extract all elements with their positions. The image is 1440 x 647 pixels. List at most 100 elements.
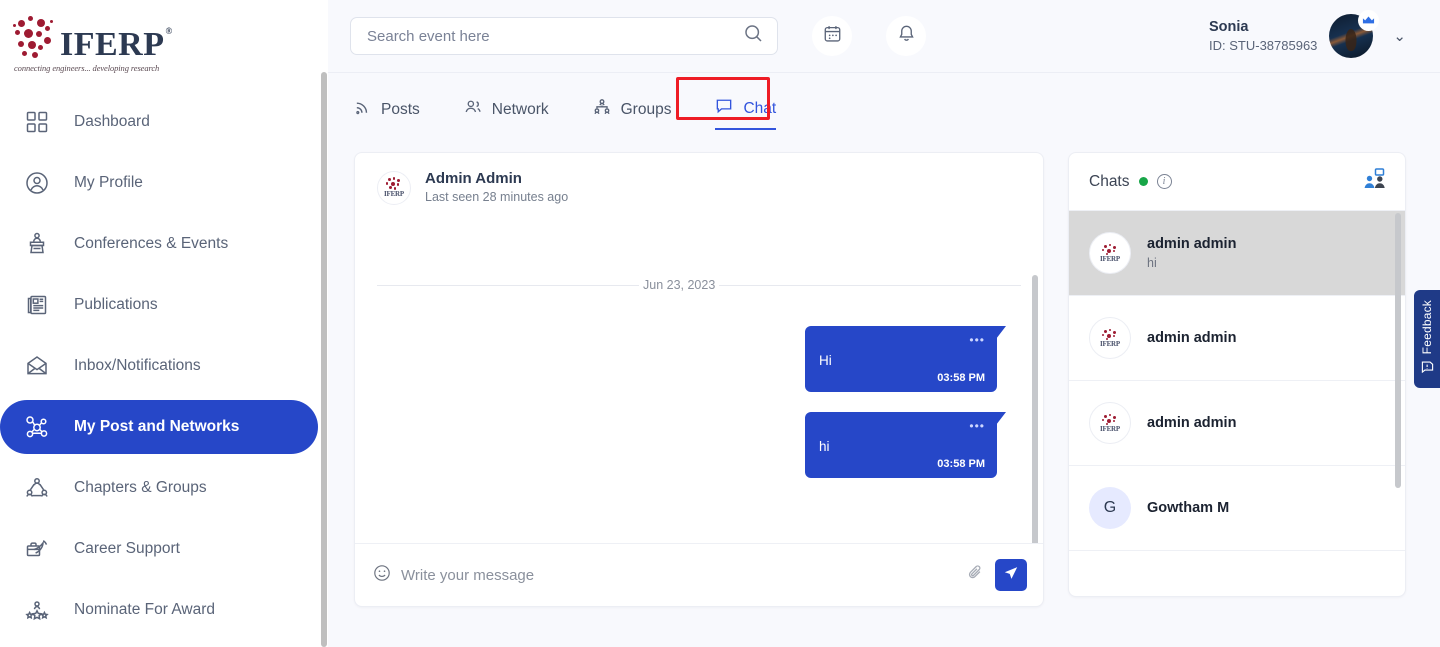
podium-icon bbox=[22, 229, 52, 259]
chat-list-scrollbar[interactable] bbox=[1395, 213, 1401, 488]
iferp-logo-mark bbox=[12, 14, 60, 62]
brand-registered: ® bbox=[166, 14, 173, 48]
sidebar-item-my-profile[interactable]: My Profile bbox=[0, 156, 318, 210]
brand-name: IFERP bbox=[60, 28, 165, 62]
conversation-panel: IFERP Admin Admin Last seen 28 minutes a… bbox=[354, 152, 1044, 607]
message-row: ••• hi 03:58 PM bbox=[377, 412, 1021, 478]
sidebar-item-conferences-events[interactable]: Conferences & Events bbox=[0, 217, 318, 271]
conversation-avatar: IFERP bbox=[377, 171, 411, 205]
chat-list-item-preview: hi bbox=[1147, 254, 1236, 272]
feedback-tab[interactable]: Feedback bbox=[1414, 290, 1440, 388]
main-content: Sonia ID: STU-38785963 ⌄ Posts bbox=[328, 0, 1440, 647]
conversation-avatar-label: IFERP bbox=[384, 190, 404, 198]
chat-list-item-avatar: IFERP bbox=[1089, 402, 1131, 444]
sidebar-item-label: My Post and Networks bbox=[74, 418, 239, 436]
sidebar-item-chapters-groups[interactable]: Chapters & Groups bbox=[0, 461, 318, 515]
tab-label: Posts bbox=[381, 101, 420, 119]
newspaper-icon bbox=[22, 290, 52, 320]
tab-chat[interactable]: Chat bbox=[715, 97, 776, 130]
sidebar-nav: Dashboard My Profile Conferences & Event… bbox=[0, 95, 328, 637]
chat-list-item[interactable]: IFERP admin admin bbox=[1069, 296, 1405, 381]
envelope-icon bbox=[22, 351, 52, 381]
send-icon bbox=[1003, 565, 1019, 586]
chat-list-item[interactable]: G Gowtham M bbox=[1069, 466, 1405, 551]
brand-tagline: connecting engineers... developing resea… bbox=[14, 63, 202, 73]
tab-groups[interactable]: Groups bbox=[593, 98, 672, 129]
sidebar-item-nominate-for-award[interactable]: Nominate For Award bbox=[0, 583, 318, 637]
profile-menu[interactable]: Sonia ID: STU-38785963 ⌄ bbox=[1209, 14, 1406, 58]
sidebar-item-career-support[interactable]: Career Support bbox=[0, 522, 318, 576]
sidebar: IFERP ® connecting engineers... developi… bbox=[0, 0, 328, 647]
sidebar-item-publications[interactable]: Publications bbox=[0, 278, 318, 332]
add-people-icon[interactable] bbox=[1363, 168, 1387, 195]
tab-posts[interactable]: Posts bbox=[354, 99, 420, 129]
brand-logo[interactable]: IFERP ® connecting engineers... developi… bbox=[0, 0, 328, 73]
people-group-icon bbox=[22, 473, 52, 503]
chat-list-item-avatar-label: IFERP bbox=[1100, 340, 1120, 348]
chat-list-item-avatar-label: IFERP bbox=[1100, 255, 1120, 263]
chat-list-item-name: admin admin bbox=[1147, 329, 1236, 348]
message-menu-icon[interactable]: ••• bbox=[969, 421, 985, 431]
search-box[interactable] bbox=[350, 17, 778, 55]
message-list-scrollbar[interactable] bbox=[1032, 275, 1038, 543]
message-input[interactable] bbox=[401, 567, 956, 584]
sidebar-item-label: Dashboard bbox=[74, 113, 150, 131]
smiley-icon[interactable] bbox=[373, 564, 391, 587]
message-composer bbox=[355, 543, 1043, 606]
send-button[interactable] bbox=[995, 559, 1027, 591]
feedback-icon bbox=[1421, 360, 1434, 378]
sidebar-item-label: My Profile bbox=[74, 174, 143, 192]
bell-icon bbox=[897, 24, 916, 48]
chat-bubble-icon bbox=[715, 97, 733, 120]
chat-list-item-name: admin admin bbox=[1147, 235, 1236, 254]
info-icon[interactable]: i bbox=[1157, 174, 1172, 189]
sidebar-item-dashboard[interactable]: Dashboard bbox=[0, 95, 318, 149]
conversation-header: IFERP Admin Admin Last seen 28 minutes a… bbox=[355, 153, 1043, 220]
chat-list-item-name: Gowtham M bbox=[1147, 499, 1229, 518]
sidebar-item-my-post-and-networks[interactable]: My Post and Networks bbox=[0, 400, 318, 454]
content-tabs: Posts Network Groups Chat bbox=[328, 73, 1440, 130]
message-bubble-outgoing[interactable]: ••• Hi 03:58 PM bbox=[805, 326, 997, 392]
app-root: IFERP ® connecting engineers... developi… bbox=[0, 0, 1440, 647]
sidebar-scrollbar[interactable] bbox=[321, 72, 327, 647]
sidebar-item-label: Chapters & Groups bbox=[74, 479, 207, 497]
award-stars-icon bbox=[22, 595, 52, 625]
message-menu-icon[interactable]: ••• bbox=[969, 335, 985, 345]
search-icon[interactable] bbox=[744, 24, 763, 48]
avatar[interactable] bbox=[1329, 14, 1373, 58]
sidebar-item-inbox-notifications[interactable]: Inbox/Notifications bbox=[0, 339, 318, 393]
topbar: Sonia ID: STU-38785963 ⌄ bbox=[328, 0, 1440, 73]
online-status-dot bbox=[1139, 177, 1148, 186]
chat-list-item-avatar-label: IFERP bbox=[1100, 425, 1120, 433]
message-text: hi bbox=[819, 439, 985, 454]
user-circle-icon bbox=[22, 168, 52, 198]
date-separator: Jun 23, 2023 bbox=[377, 278, 1021, 292]
tab-label: Groups bbox=[621, 101, 672, 119]
calendar-button[interactable] bbox=[812, 16, 852, 56]
org-chart-icon bbox=[593, 98, 611, 121]
notifications-button[interactable] bbox=[886, 16, 926, 56]
chat-list-item[interactable]: IFERP admin admin hi bbox=[1069, 211, 1405, 296]
network-nodes-icon bbox=[22, 412, 52, 442]
paperclip-icon[interactable] bbox=[966, 563, 985, 587]
message-list[interactable]: Jun 23, 2023 ••• Hi 03:58 PM ••• bbox=[355, 220, 1043, 543]
chevron-down-icon[interactable]: ⌄ bbox=[1393, 27, 1406, 45]
search-input[interactable] bbox=[367, 28, 744, 45]
chat-list-item[interactable]: IFERP admin admin bbox=[1069, 381, 1405, 466]
people-icon bbox=[464, 98, 482, 121]
crown-icon bbox=[1358, 10, 1379, 31]
message-time: 03:58 PM bbox=[937, 458, 985, 470]
profile-name: Sonia bbox=[1209, 18, 1317, 37]
chat-list-item-avatar: IFERP bbox=[1089, 317, 1131, 359]
message-bubble-outgoing[interactable]: ••• hi 03:58 PM bbox=[805, 412, 997, 478]
sidebar-item-label: Conferences & Events bbox=[74, 235, 228, 253]
sidebar-item-label: Inbox/Notifications bbox=[74, 357, 201, 375]
date-separator-label: Jun 23, 2023 bbox=[639, 278, 719, 292]
feedback-label: Feedback bbox=[1420, 300, 1434, 354]
rss-icon bbox=[354, 99, 371, 121]
calendar-icon bbox=[823, 24, 842, 48]
conversation-status: Last seen 28 minutes ago bbox=[425, 188, 568, 206]
sidebar-item-label: Publications bbox=[74, 296, 158, 314]
grid-icon bbox=[22, 107, 52, 137]
tab-network[interactable]: Network bbox=[464, 98, 549, 129]
